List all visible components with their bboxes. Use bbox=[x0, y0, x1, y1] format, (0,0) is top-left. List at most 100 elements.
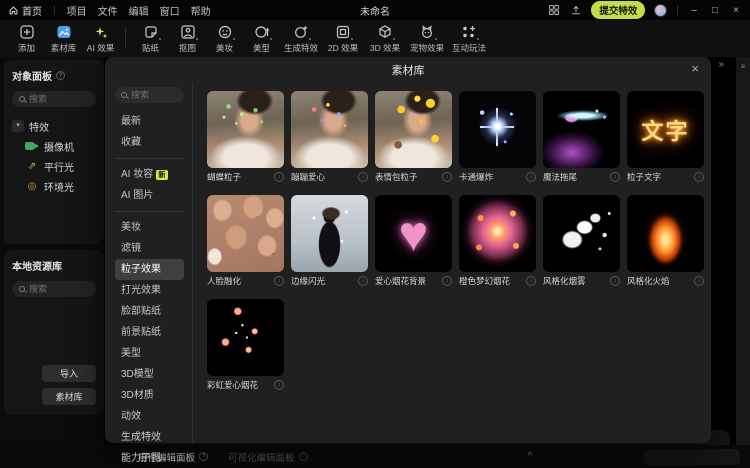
help-icon[interactable]: ? bbox=[56, 71, 65, 80]
category-ai-image[interactable]: AI 图片 bbox=[115, 185, 184, 206]
category-makeup[interactable]: 美妆 bbox=[115, 217, 184, 238]
download-icon[interactable]: ↓ bbox=[694, 276, 704, 286]
download-icon[interactable]: ↓ bbox=[526, 172, 536, 182]
menu-edit[interactable]: 编辑 bbox=[129, 3, 149, 18]
toolbar-item-generate-effects[interactable]: 生成特效 bbox=[280, 24, 322, 54]
material-card[interactable]: 人脸融化↓ bbox=[207, 195, 284, 287]
material-label: 魔法拖尾 bbox=[543, 171, 577, 183]
download-icon[interactable]: ↓ bbox=[274, 172, 284, 182]
download-icon[interactable]: ↓ bbox=[442, 276, 452, 286]
material-card[interactable]: 表情包粒子↓ bbox=[375, 91, 452, 183]
material-card[interactable]: 彩虹爱心烟花↓ bbox=[207, 299, 284, 391]
download-icon[interactable]: ↓ bbox=[526, 276, 536, 286]
category-face-stickers[interactable]: 脸部贴纸 bbox=[115, 301, 184, 322]
category-foreground-stickers[interactable]: 前景贴纸 bbox=[115, 322, 184, 343]
category-face-shape[interactable]: 美型 bbox=[115, 343, 184, 364]
category-latest[interactable]: 最新 bbox=[115, 111, 184, 132]
menu-help[interactable]: 帮助 bbox=[191, 3, 211, 18]
toolbar-item-material-library[interactable]: 素材库 bbox=[45, 24, 82, 54]
tree-node-directional-light[interactable]: ⇗ 平行光 bbox=[12, 156, 96, 176]
object-search-input[interactable] bbox=[29, 94, 89, 104]
download-icon[interactable]: ↓ bbox=[274, 380, 284, 390]
category-3d-materials[interactable]: 3D材质 bbox=[115, 385, 184, 406]
download-icon[interactable]: ↓ bbox=[610, 172, 620, 182]
material-library-button[interactable]: 素材库 bbox=[42, 388, 96, 405]
material-card[interactable]: 边缘闪光↓ bbox=[291, 195, 368, 287]
menu-file[interactable]: 文件 bbox=[98, 3, 118, 18]
toolbar-item-sticker[interactable]: 贴纸 bbox=[132, 24, 169, 54]
material-library-icon bbox=[56, 24, 72, 40]
category-motion-effects[interactable]: 动效 bbox=[115, 406, 184, 427]
material-label: 风格化火焰 bbox=[627, 275, 670, 287]
close-button[interactable]: × bbox=[730, 5, 742, 16]
category-particle-effects[interactable]: 粒子效果 bbox=[115, 259, 184, 280]
download-icon[interactable]: ↓ bbox=[358, 172, 368, 182]
toolbar-item-2d-effects[interactable]: 2D 效果 bbox=[322, 24, 364, 54]
home-button[interactable]: 首页 bbox=[8, 3, 42, 18]
material-card[interactable]: 蹦蹦爱心 ↓ bbox=[291, 91, 368, 183]
menu-project[interactable]: 项目 bbox=[67, 3, 87, 18]
tree-node-camera[interactable]: 摄像机 bbox=[12, 136, 96, 156]
category-filters[interactable]: 滤镜 bbox=[115, 238, 184, 259]
download-icon[interactable]: ↓ bbox=[358, 276, 368, 286]
toolbar-item-add[interactable]: 添加 bbox=[8, 24, 45, 54]
toolbar-item-pet-effects[interactable]: 宠物效果 bbox=[406, 24, 448, 54]
tab-visual-editor[interactable]: 可视化编辑面板 ? bbox=[228, 450, 308, 464]
upload-icon[interactable] bbox=[569, 4, 582, 17]
collapse-up-icon[interactable]: ^ bbox=[528, 451, 533, 462]
material-card[interactable]: ♥ 爱心烟花背景↓ bbox=[375, 195, 452, 287]
toolbar-item-face-shape[interactable]: 美型 bbox=[243, 24, 280, 54]
download-icon[interactable]: ↓ bbox=[274, 276, 284, 286]
object-panel: 对象面板 ? ▾ 特效 摄像机 ⇗ 平行光 ◎ 环境光 bbox=[4, 60, 104, 244]
toolbar-item-3d-effects[interactable]: 3D 效果 bbox=[364, 24, 406, 54]
toolbar-item-cutout[interactable]: 抠图 bbox=[169, 24, 206, 54]
category-capability-subgraph[interactable]: 能力子图 bbox=[115, 448, 184, 468]
tree-node-effects[interactable]: ▾ 特效 bbox=[12, 116, 96, 136]
toolbar-divider bbox=[125, 27, 126, 49]
download-icon[interactable]: ↓ bbox=[610, 276, 620, 286]
category-lighting-effects[interactable]: 打光效果 bbox=[115, 280, 184, 301]
right-menu-icon[interactable]: ≡ bbox=[741, 62, 746, 445]
close-icon[interactable]: × bbox=[691, 62, 699, 76]
local-library-search[interactable] bbox=[12, 281, 96, 297]
toolbar-item-ai-effects[interactable]: AI 效果 bbox=[82, 24, 119, 54]
tree-node-ambient-light[interactable]: ◎ 环境光 bbox=[12, 176, 96, 196]
material-grid: 蝴蝶粒子↓ 蹦蹦爱心 ↓ 表情包粒子↓ 卡通爆炸↓ 魔法拖尾 ↓ 文字 粒子文字↓ bbox=[193, 83, 711, 443]
material-card[interactable]: 文字 粒子文字↓ bbox=[627, 91, 704, 183]
download-icon[interactable]: ↓ bbox=[442, 172, 452, 182]
material-card[interactable]: 风格化火焰 ↓ bbox=[627, 195, 704, 287]
material-card[interactable]: 卡通爆炸↓ bbox=[459, 91, 536, 183]
toolbar-item-interactive-play[interactable]: 互动玩法 bbox=[448, 24, 490, 54]
avatar[interactable] bbox=[654, 4, 667, 17]
object-panel-search[interactable] bbox=[12, 91, 96, 107]
chevron-down-icon[interactable]: ▾ bbox=[12, 120, 24, 132]
category-favorites[interactable]: 收藏 bbox=[115, 132, 184, 153]
sticker-icon bbox=[143, 24, 159, 40]
submit-effect-button[interactable]: 提交特效 bbox=[591, 1, 645, 19]
collapse-panel-icon[interactable]: » bbox=[718, 59, 724, 70]
local-library-search-input[interactable] bbox=[29, 284, 89, 294]
layout-grid-icon[interactable] bbox=[547, 4, 560, 17]
import-button[interactable]: 导入 bbox=[42, 365, 96, 382]
category-generate-effects[interactable]: 生成特效 bbox=[115, 427, 184, 448]
material-card[interactable]: 魔法拖尾 ↓ bbox=[543, 91, 620, 183]
material-label: 蹦蹦爱心 bbox=[291, 171, 325, 183]
download-icon[interactable]: ↓ bbox=[694, 172, 704, 182]
category-ai-makeup[interactable]: AI 妆容新 bbox=[115, 164, 184, 185]
material-card[interactable]: 橙色梦幻烟花↓ bbox=[459, 195, 536, 287]
minimize-button[interactable]: – bbox=[688, 5, 700, 16]
material-label: 风格化烟雾 bbox=[543, 275, 586, 287]
ambient-light-icon: ◎ bbox=[25, 181, 39, 192]
help-icon: ? bbox=[299, 452, 308, 461]
category-divider bbox=[115, 211, 184, 212]
modal-search[interactable] bbox=[115, 87, 184, 103]
category-3d-models[interactable]: 3D模型 bbox=[115, 364, 184, 385]
material-thumbnail: ♥ bbox=[375, 195, 452, 272]
material-card[interactable]: 风格化烟雾 ↓ bbox=[543, 195, 620, 287]
menu-window[interactable]: 窗口 bbox=[160, 3, 180, 18]
modal-search-input[interactable] bbox=[131, 90, 173, 100]
maximize-button[interactable]: □ bbox=[709, 5, 721, 16]
toolbar-item-makeup[interactable]: 美妆 bbox=[206, 24, 243, 54]
modal-title: 素材库 bbox=[392, 62, 425, 78]
material-card[interactable]: 蝴蝶粒子↓ bbox=[207, 91, 284, 183]
